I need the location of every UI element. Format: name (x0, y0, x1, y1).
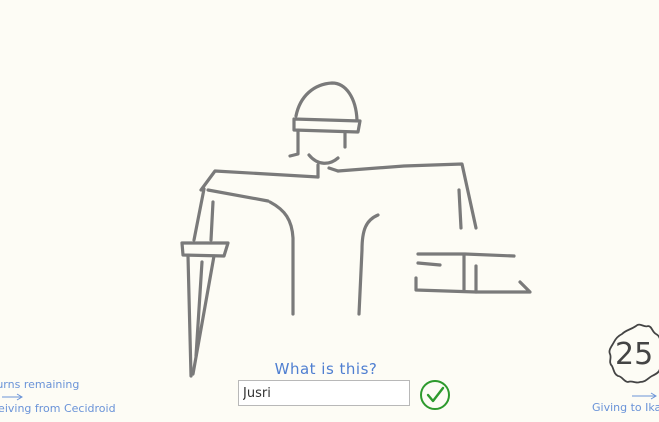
submit-guess-button[interactable] (419, 379, 451, 411)
drawing-canvas (180, 81, 532, 378)
check-circle-icon (420, 380, 450, 410)
stroke-right-shoulder (336, 162, 478, 230)
stroke-right-arm-inner (457, 188, 463, 230)
incoming-turn-info: turns remaining ceiving from Cecidroid (0, 378, 116, 416)
stroke-mouth (307, 153, 340, 165)
turns-remaining-label: turns remaining (0, 378, 80, 391)
stroke-head-left (288, 130, 300, 158)
stroke-left-arm-inner (209, 200, 215, 242)
stroke-hat-top (294, 81, 359, 122)
stroke-hand-top (416, 252, 516, 258)
stroke-left-arm (192, 187, 206, 242)
stroke-left-shoulder (199, 169, 320, 192)
arrow-right-icon (632, 392, 657, 400)
giving-to-label: Giving to Ikare (592, 401, 659, 414)
guess-input[interactable] (238, 380, 410, 406)
outgoing-turn-info: Giving to Ikare (592, 392, 659, 415)
question-prompt: What is this? (274, 360, 378, 378)
turn-timer: 25 (615, 337, 654, 372)
stroke-armpit-left (206, 188, 270, 203)
receiving-from-label: ceiving from Cecidroid (0, 402, 116, 415)
stroke-torso-right (357, 213, 380, 316)
stroke-headband (292, 117, 362, 134)
game-screen: What is this? turns remaining ceiving fr… (0, 0, 659, 422)
stroke-armpit-line (268, 200, 295, 316)
arrow-right-icon (2, 393, 23, 401)
stroke-sword-blade-left (186, 254, 193, 378)
stroke-sword-guard (180, 241, 230, 258)
stroke-hand-palm (414, 276, 532, 294)
stroke-hand-fingers (416, 261, 442, 267)
